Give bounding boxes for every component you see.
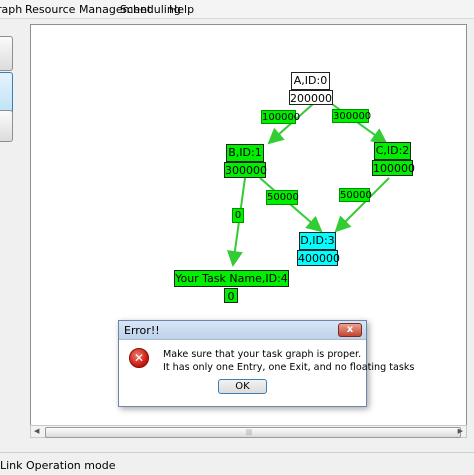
left-toolbar [0, 19, 20, 434]
menu-bar: raph Resource Management Scheduling Help [0, 0, 474, 19]
grip-icon: ||| [246, 429, 253, 436]
dialog-message-line2: It has only one Entry, one Exit, and no … [163, 362, 415, 373]
status-text: Link Operation mode [0, 459, 116, 472]
menu-graph[interactable]: raph [0, 3, 22, 16]
status-bar: Link Operation mode [0, 452, 474, 475]
node-b-value: 300000 [224, 162, 267, 178]
dialog-message-line1: Make sure that your task graph is proper… [163, 349, 362, 360]
close-button[interactable]: x [338, 323, 362, 337]
node-d-value: 400000 [297, 250, 340, 266]
dialog-title-bar[interactable]: Error!! x [119, 321, 366, 340]
edge-c-d-weight: 50000 [339, 188, 372, 202]
error-icon: ✕ [129, 348, 149, 368]
node-e-name[interactable]: Your Task Name,ID:4 [174, 270, 289, 287]
edge-a-c-weight: 300000 [332, 109, 372, 123]
scrollbar-thumb[interactable]: ||| [45, 427, 461, 438]
dialog-title: Error!! [124, 324, 160, 337]
toolbar-button-3[interactable] [0, 110, 13, 142]
node-d-name[interactable]: D,ID:3 [299, 232, 336, 250]
scroll-right-icon[interactable]: ▶ [458, 427, 463, 435]
horizontal-scrollbar[interactable]: ◀ ||| ▶ [30, 425, 467, 438]
node-e-value: 0 [224, 288, 238, 303]
node-c-name[interactable]: C,ID:2 [374, 142, 411, 160]
node-a-name[interactable]: A,ID:0 [291, 72, 330, 90]
edge-a-b-weight: 100000 [261, 110, 301, 124]
node-a-value: 200000 [289, 90, 333, 105]
menu-help[interactable]: Help [169, 3, 194, 16]
ok-button[interactable]: OK [218, 379, 267, 394]
toolbar-button-1[interactable] [0, 36, 13, 71]
edge-b-e-weight: 0 [232, 208, 244, 223]
close-icon: x [346, 324, 354, 335]
node-c-value: 100000 [372, 160, 415, 176]
node-b-name[interactable]: B,ID:1 [226, 144, 264, 162]
error-dialog: Error!! x ✕ Make sure that your task gra… [118, 320, 414, 407]
scroll-left-icon[interactable]: ◀ [34, 427, 39, 435]
edge-c-d[interactable] [334, 177, 390, 233]
edge-b-d-weight: 50000 [266, 190, 299, 205]
